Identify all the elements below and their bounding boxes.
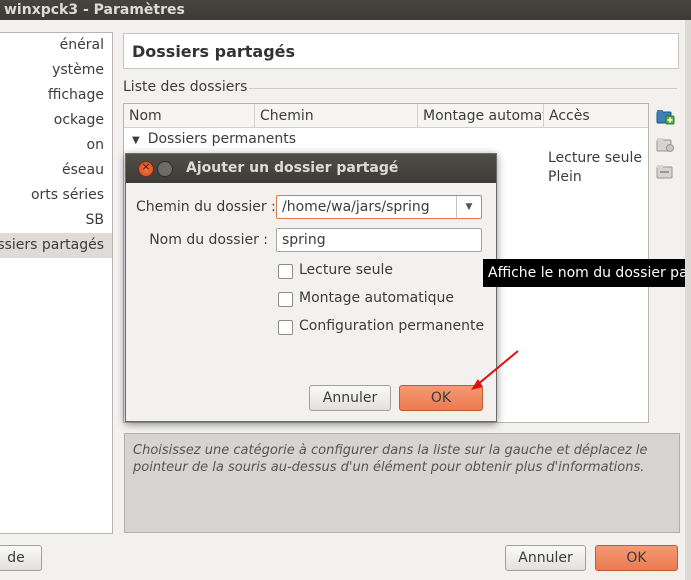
annotation-arrow-icon xyxy=(471,350,519,390)
column-header-name[interactable]: Nom xyxy=(124,104,255,128)
dialog-cancel-label: Annuler xyxy=(322,390,378,406)
sidebar-item-system[interactable]: ystème xyxy=(0,58,112,83)
path-combobox[interactable]: /home/wa/jars/spring ▼ xyxy=(276,195,482,219)
cancel-button[interactable]: Annuler xyxy=(505,545,586,571)
sidebar-item-label: ystème xyxy=(52,62,104,78)
cancel-button-label: Annuler xyxy=(518,550,573,566)
access-value: Plein xyxy=(548,169,582,185)
expand-arrow-icon[interactable]: ▼ xyxy=(132,135,140,146)
permanent-checkbox[interactable] xyxy=(278,320,293,335)
info-hint-box: Choisissez une catégorie à configurer da… xyxy=(124,433,680,533)
sidebar-item-general[interactable]: énéral xyxy=(0,33,112,58)
access-value: Lecture seule xyxy=(548,150,643,166)
sidebar-item-storage[interactable]: ockage xyxy=(0,108,112,133)
sidebar-item-usb[interactable]: SB xyxy=(0,208,112,233)
readonly-checkbox[interactable] xyxy=(278,264,293,279)
close-icon[interactable]: × xyxy=(138,160,154,177)
automount-label[interactable]: Montage automatique xyxy=(299,290,454,306)
dialog-title: Ajouter un dossier partagé xyxy=(186,160,399,176)
sidebar-item-shared-folders[interactable]: ossiers partagés xyxy=(0,233,112,258)
dialog-cancel-button[interactable]: Annuler xyxy=(309,385,391,411)
dialog-ok-label: OK xyxy=(430,390,452,406)
remove-folder-icon[interactable] xyxy=(655,162,675,182)
path-label: Chemin du dossier : xyxy=(136,199,276,215)
ok-button-label: OK xyxy=(626,550,647,566)
window-title: winxpck3 - Paramètres xyxy=(4,2,185,18)
sidebar-item-label: ffichage xyxy=(47,87,104,103)
page-title: Dossiers partagés xyxy=(132,42,296,61)
sidebar-item-label: on xyxy=(86,137,104,153)
automount-checkbox[interactable] xyxy=(278,292,293,307)
tooltip: Affiche le nom du dossier partagé xyxy=(483,259,685,287)
sidebar-item-label: ockage xyxy=(53,112,104,128)
hint-text: Choisissez une catégorie à configurer da… xyxy=(133,443,648,475)
section-divider xyxy=(249,88,677,89)
sidebar-item-label: ossiers partagés xyxy=(0,237,104,253)
help-button[interactable]: de xyxy=(0,545,42,571)
add-folder-icon[interactable] xyxy=(655,107,675,127)
sidebar-item-serial-ports[interactable]: orts séries xyxy=(0,183,112,208)
category-sidebar: énéral ystème ffichage ockage on éseau o… xyxy=(0,32,113,534)
tree-group-label: Dossiers permanents xyxy=(147,131,297,147)
background-window-edge xyxy=(685,20,691,580)
sidebar-item-label: énéral xyxy=(59,37,104,53)
path-value: /home/wa/jars/spring xyxy=(282,199,430,215)
sidebar-item-network[interactable]: éseau xyxy=(0,158,112,183)
sidebar-item-label: orts séries xyxy=(30,187,104,203)
window-titlebar: winxpck3 - Paramètres xyxy=(0,0,691,20)
minimize-icon[interactable] xyxy=(157,161,173,177)
name-label: Nom du dossier : xyxy=(149,232,268,248)
column-header-path[interactable]: Chemin xyxy=(255,104,418,128)
help-button-label: de xyxy=(7,550,25,566)
permanent-label[interactable]: Configuration permanente xyxy=(299,318,484,334)
name-value: spring xyxy=(282,232,326,248)
tooltip-text: Affiche le nom du dossier partagé xyxy=(488,265,685,281)
sidebar-item-label: SB xyxy=(85,212,105,228)
readonly-label[interactable]: Lecture seule xyxy=(299,262,393,278)
ok-button[interactable]: OK xyxy=(595,545,678,571)
dialog-titlebar: × Ajouter un dossier partagé xyxy=(126,154,496,183)
page-header: Dossiers partagés xyxy=(123,33,679,69)
tree-group-permanent[interactable]: ▼ Dossiers permanents xyxy=(132,129,296,149)
add-shared-folder-dialog: × Ajouter un dossier partagé Chemin du d… xyxy=(125,153,497,422)
sidebar-item-display[interactable]: ffichage xyxy=(0,83,112,108)
section-label: Liste des dossiers xyxy=(123,79,248,95)
column-header-automount[interactable]: Montage automati xyxy=(418,104,544,128)
edit-folder-icon[interactable] xyxy=(655,135,675,155)
sidebar-item-audio[interactable]: on xyxy=(0,133,112,158)
name-field[interactable]: spring xyxy=(276,228,482,252)
chevron-down-icon[interactable]: ▼ xyxy=(456,196,481,218)
sidebar-item-label: éseau xyxy=(62,162,104,178)
column-header-access[interactable]: Accès xyxy=(544,104,648,128)
